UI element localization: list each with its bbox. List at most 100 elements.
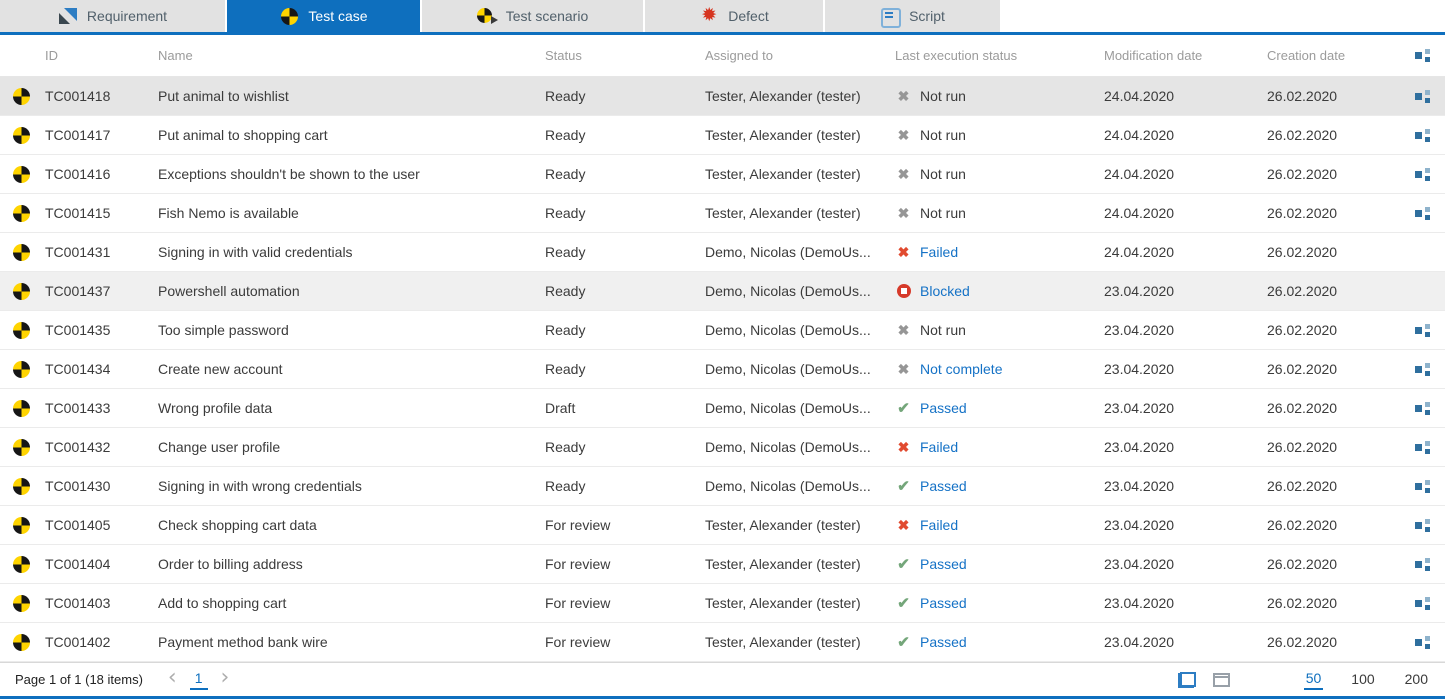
- row-assigned-to: Demo, Nicolas (DemoUs...: [705, 478, 895, 494]
- table-row[interactable]: TC001416 Exceptions shouldn't be shown t…: [0, 155, 1445, 194]
- table-row[interactable]: TC001435 Too simple password Ready Demo,…: [0, 311, 1445, 350]
- row-id: TC001435: [45, 322, 158, 338]
- table-row[interactable]: TC001415 Fish Nemo is available Ready Te…: [0, 194, 1445, 233]
- page-size-200[interactable]: 200: [1403, 670, 1430, 689]
- exec-status-link[interactable]: Passed: [920, 400, 967, 416]
- tab-test-scenario[interactable]: Test scenario: [422, 0, 645, 32]
- table-row[interactable]: TC001437 Powershell automation Ready Dem…: [0, 272, 1445, 311]
- row-name: Fish Nemo is available: [158, 205, 545, 221]
- row-status: Ready: [545, 361, 705, 377]
- header-last-execution-status[interactable]: Last execution status: [895, 48, 1104, 63]
- row-creation-date: 26.02.2020: [1267, 634, 1400, 650]
- exec-status-link[interactable]: Blocked: [920, 283, 970, 299]
- page-size-100[interactable]: 100: [1349, 670, 1376, 689]
- tab-requirement[interactable]: Requirement: [0, 0, 227, 32]
- tab-label: Script: [909, 8, 945, 24]
- row-assigned-to: Demo, Nicolas (DemoUs...: [705, 244, 895, 260]
- structure-icon[interactable]: [1415, 519, 1430, 532]
- structure-icon[interactable]: [1415, 90, 1430, 103]
- current-page-button[interactable]: 1: [190, 669, 208, 690]
- table-row[interactable]: TC001434 Create new account Ready Demo, …: [0, 350, 1445, 389]
- exec-status-link[interactable]: Failed: [920, 517, 958, 533]
- exec-status-link[interactable]: Failed: [920, 244, 958, 260]
- exec-failed-icon: [895, 517, 912, 534]
- structure-icon[interactable]: [1415, 402, 1430, 415]
- structure-icon[interactable]: [1415, 129, 1430, 142]
- exec-passed-icon: [895, 634, 912, 651]
- pagination-bar: Page 1 of 1 (18 items) ‹ 1 › 50 100 200: [0, 662, 1445, 696]
- row-status: For review: [545, 556, 705, 572]
- exec-notcomplete-icon: [895, 361, 912, 378]
- page-info: Page 1 of 1 (18 items): [15, 672, 143, 687]
- header-modification-date[interactable]: Modification date: [1104, 48, 1267, 63]
- page-size-50[interactable]: 50: [1304, 669, 1324, 690]
- structure-icon[interactable]: [1415, 558, 1430, 571]
- row-id: TC001415: [45, 205, 158, 221]
- table-row[interactable]: TC001432 Change user profile Ready Demo,…: [0, 428, 1445, 467]
- row-name: Signing in with wrong credentials: [158, 478, 545, 494]
- table-row[interactable]: TC001405 Check shopping cart data For re…: [0, 506, 1445, 545]
- table-row[interactable]: TC001431 Signing in with valid credentia…: [0, 233, 1445, 272]
- exec-status-link[interactable]: Passed: [920, 634, 967, 650]
- table-row[interactable]: TC001430 Signing in with wrong credentia…: [0, 467, 1445, 506]
- structure-icon[interactable]: [1415, 207, 1430, 220]
- structure-icon[interactable]: [1415, 49, 1430, 62]
- copy-pages-icon[interactable]: [1178, 672, 1196, 688]
- tab-label: Test scenario: [506, 8, 588, 24]
- row-id: TC001434: [45, 361, 158, 377]
- tab-test-case[interactable]: Test case: [227, 0, 422, 32]
- structure-icon[interactable]: [1415, 168, 1430, 181]
- test-case-icon: [13, 361, 30, 378]
- exec-status-link[interactable]: Passed: [920, 595, 967, 611]
- structure-icon[interactable]: [1415, 324, 1430, 337]
- row-name: Put animal to wishlist: [158, 88, 545, 104]
- exec-passed-icon: [895, 478, 912, 495]
- row-id: TC001404: [45, 556, 158, 572]
- tab-script[interactable]: Script: [825, 0, 1002, 32]
- exec-status-link[interactable]: Passed: [920, 478, 967, 494]
- row-id: TC001430: [45, 478, 158, 494]
- table-row[interactable]: TC001433 Wrong profile data Draft Demo, …: [0, 389, 1445, 428]
- row-modification-date: 23.04.2020: [1104, 634, 1267, 650]
- header-assigned-to[interactable]: Assigned to: [705, 48, 895, 63]
- test-case-icon: [13, 244, 30, 261]
- row-name: Too simple password: [158, 322, 545, 338]
- header-status[interactable]: Status: [545, 48, 705, 63]
- table-row[interactable]: TC001403 Add to shopping cart For review…: [0, 584, 1445, 623]
- row-status: Ready: [545, 88, 705, 104]
- tab-defect[interactable]: Defect: [645, 0, 825, 32]
- test-case-icon: [13, 205, 30, 222]
- structure-icon[interactable]: [1415, 597, 1430, 610]
- row-modification-date: 23.04.2020: [1104, 361, 1267, 377]
- table-row[interactable]: TC001417 Put animal to shopping cart Rea…: [0, 116, 1445, 155]
- exec-status-link[interactable]: Passed: [920, 556, 967, 572]
- next-page-button[interactable]: ›: [212, 667, 239, 692]
- test-case-icon: [13, 595, 30, 612]
- table-row[interactable]: TC001402 Payment method bank wire For re…: [0, 623, 1445, 662]
- header-name[interactable]: Name: [158, 48, 545, 63]
- header-creation-date[interactable]: Creation date: [1267, 48, 1400, 63]
- row-name: Payment method bank wire: [158, 634, 545, 650]
- row-name: Powershell automation: [158, 283, 545, 299]
- structure-icon[interactable]: [1415, 363, 1430, 376]
- structure-icon[interactable]: [1415, 636, 1430, 649]
- row-modification-date: 23.04.2020: [1104, 439, 1267, 455]
- prev-page-button[interactable]: ‹: [159, 667, 186, 692]
- row-name: Check shopping cart data: [158, 517, 545, 533]
- row-creation-date: 26.02.2020: [1267, 244, 1400, 260]
- table-row[interactable]: TC001418 Put animal to wishlist Ready Te…: [0, 77, 1445, 116]
- row-creation-date: 26.02.2020: [1267, 205, 1400, 221]
- exec-status-link[interactable]: Failed: [920, 439, 958, 455]
- row-id: TC001402: [45, 634, 158, 650]
- row-modification-date: 23.04.2020: [1104, 478, 1267, 494]
- test-case-icon: [13, 283, 30, 300]
- exec-status-text: Not run: [920, 322, 966, 338]
- table-row[interactable]: TC001404 Order to billing address For re…: [0, 545, 1445, 584]
- row-modification-date: 24.04.2020: [1104, 166, 1267, 182]
- structure-icon[interactable]: [1415, 441, 1430, 454]
- export-window-icon[interactable]: [1213, 673, 1230, 687]
- row-modification-date: 23.04.2020: [1104, 322, 1267, 338]
- exec-status-link[interactable]: Not complete: [920, 361, 1002, 377]
- structure-icon[interactable]: [1415, 480, 1430, 493]
- header-id[interactable]: ID: [45, 48, 158, 63]
